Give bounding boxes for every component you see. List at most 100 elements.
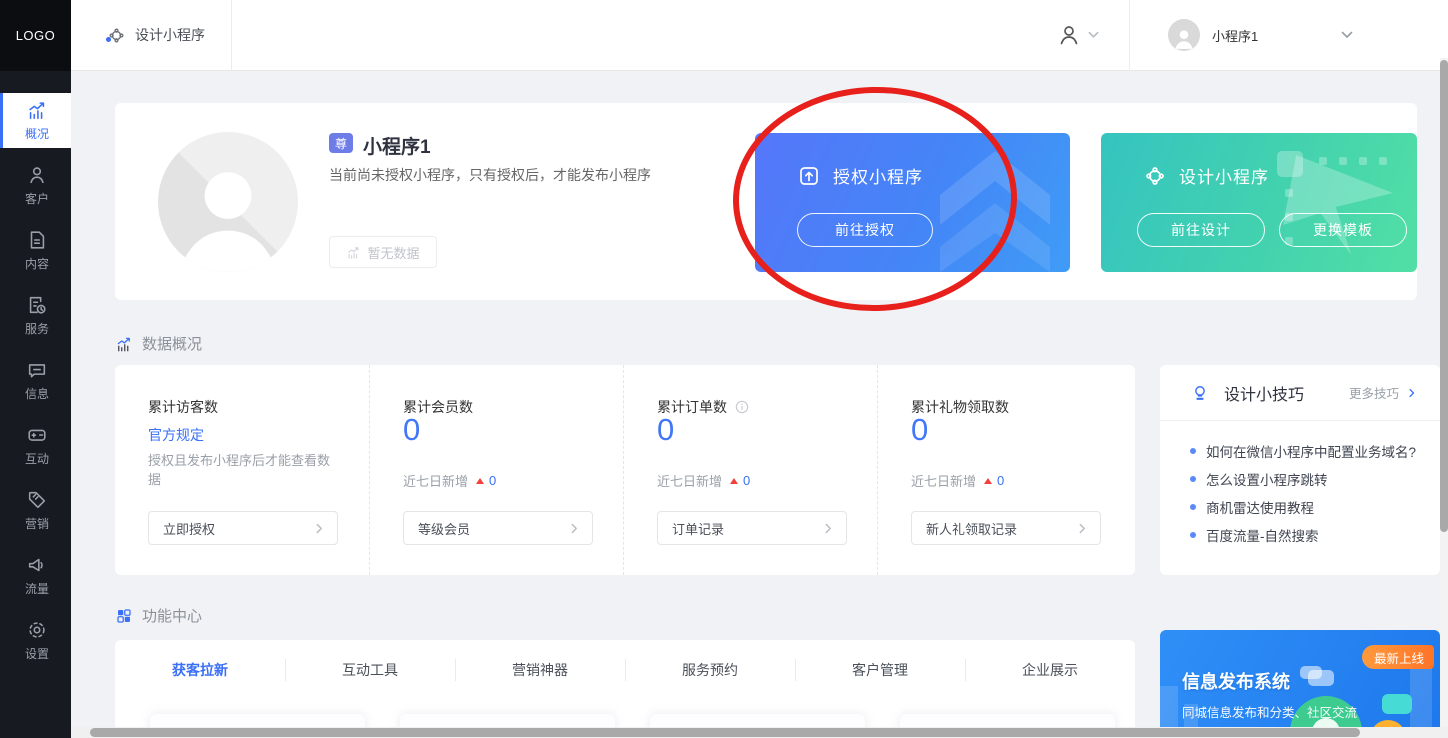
lightbulb-icon	[1190, 383, 1210, 403]
bullet-icon	[1190, 448, 1196, 454]
account-name: 小程序1	[1212, 26, 1258, 45]
horizontal-scrollbar-track[interactable]	[71, 727, 1448, 738]
info-publish-banner[interactable]: 最新上线 信息发布系统 同城信息发布和分类、社区交流	[1160, 630, 1440, 738]
feature-center-card: 获客拉新 互动工具 营销神器 服务预约 客户管理 企业展示	[115, 640, 1135, 738]
more-tips-link[interactable]: 更多技巧	[1349, 383, 1422, 403]
data-overview-title: 数据概况	[142, 333, 202, 354]
authorize-promo-title: 授权小程序	[833, 163, 923, 188]
delta-label: 近七日新增	[403, 471, 468, 490]
feature-tabs: 获客拉新 互动工具 营销神器 服务预约 客户管理 企业展示	[115, 656, 1135, 684]
delta-value: 0	[743, 473, 750, 488]
sidebar-menu: 概况 客户 内容 服务	[0, 71, 71, 678]
tab-marketing-tools[interactable]: 营销神器	[455, 656, 625, 684]
person-icon	[1057, 23, 1081, 47]
square-decoration	[1359, 157, 1367, 165]
sidebar-item-label: 流量	[25, 580, 49, 597]
sidebar-item-settings[interactable]: 设置	[0, 613, 71, 668]
banner-subtitle: 同城信息发布和分类、社区交流	[1182, 702, 1357, 721]
tab-interaction-tools[interactable]: 互动工具	[285, 656, 455, 684]
traffic-megaphone-icon	[26, 554, 48, 576]
no-data-label: 暂无数据	[367, 243, 419, 262]
chevron-down-icon	[1341, 31, 1353, 39]
sidebar-item-traffic[interactable]: 流量	[0, 548, 71, 603]
member-levels-button[interactable]: 等级会员	[403, 511, 593, 545]
settings-gear-icon	[26, 619, 48, 641]
authorize-promo-title-row: 授权小程序	[797, 163, 923, 188]
tip-link[interactable]: 商机雷达使用教程	[1190, 493, 1428, 521]
nav-design-miniprogram[interactable]: 设计小程序	[71, 0, 232, 70]
change-template-button[interactable]: 更换模板	[1279, 213, 1407, 247]
sidebar-item-services[interactable]: 服务	[0, 288, 71, 343]
button-label: 等级会员	[418, 519, 470, 538]
profile-avatar	[158, 132, 298, 272]
gift-records-button[interactable]: 新人礼领取记录	[911, 511, 1101, 545]
stat-description: 授权且发布小程序后才能查看数据	[148, 451, 333, 489]
official-rules-link[interactable]: 官方规定	[148, 425, 204, 445]
no-data-button[interactable]: 暂无数据	[329, 236, 437, 268]
horizontal-scrollbar-thumb[interactable]	[90, 728, 1360, 737]
design-gear-icon	[107, 26, 126, 45]
info-icon[interactable]	[734, 399, 750, 415]
sidebar-item-content[interactable]: 内容	[0, 223, 71, 278]
sidebar-item-label: 信息	[25, 385, 49, 402]
go-design-button[interactable]: 前往设计	[1137, 213, 1265, 247]
vertical-scrollbar-thumb[interactable]	[1440, 60, 1448, 532]
chevron-right-icon	[825, 523, 832, 534]
square-decoration	[1379, 157, 1387, 165]
square-decoration	[1319, 157, 1327, 165]
design-tips-panel: 设计小技巧 更多技巧 如何在微信小程序中配置业务域名? 怎么设置小程序跳转 商机…	[1160, 365, 1440, 575]
sidebar-item-interaction[interactable]: 互动	[0, 418, 71, 473]
sidebar-item-overview[interactable]: 概况	[0, 93, 71, 148]
increase-arrow-icon	[984, 478, 992, 484]
go-authorize-button[interactable]: 前往授权	[797, 213, 933, 247]
order-records-button[interactable]: 订单记录	[657, 511, 847, 545]
vertical-scrollbar-track[interactable]	[1440, 58, 1448, 727]
bullet-icon	[1190, 476, 1196, 482]
services-icon	[26, 294, 48, 316]
design-promo-card: 设计小程序 前往设计 更换模板	[1101, 133, 1417, 272]
customers-icon	[26, 164, 48, 186]
header-right: 小程序1	[1027, 0, 1448, 70]
stat-visitors: 累计访客数 官方规定 授权且发布小程序后才能查看数据 立即授权	[115, 365, 369, 575]
feature-center-title: 功能中心	[142, 605, 202, 626]
more-tips-label: 更多技巧	[1349, 383, 1399, 402]
bullet-icon	[1190, 532, 1196, 538]
sidebar-item-messages[interactable]: 信息	[0, 353, 71, 408]
sidebar-item-marketing[interactable]: 营销	[0, 483, 71, 538]
sidebar-item-label: 内容	[25, 255, 49, 272]
tip-link[interactable]: 如何在微信小程序中配置业务域名?	[1190, 437, 1428, 465]
authorize-now-button[interactable]: 立即授权	[148, 511, 338, 545]
stat-value: 0	[657, 412, 674, 448]
account-switcher[interactable]: 小程序1	[1130, 0, 1448, 70]
sidebar-item-label: 互动	[25, 450, 49, 467]
button-label: 立即授权	[163, 519, 215, 538]
interaction-gamepad-icon	[26, 424, 48, 446]
content-icon	[26, 229, 48, 251]
tab-acquisition[interactable]: 获客拉新	[115, 656, 285, 684]
sidebar-item-customers[interactable]: 客户	[0, 158, 71, 213]
tab-customer-management[interactable]: 客户管理	[795, 656, 965, 684]
sidebar: LOGO 概况 客户 内容	[0, 0, 71, 738]
overview-chart-icon	[26, 99, 48, 121]
delta-label: 近七日新增	[911, 471, 976, 490]
app-window: 设计小程序 小程序1	[0, 0, 1448, 738]
stat-label: 累计访客数	[148, 397, 218, 417]
tip-link[interactable]: 百度流量-自然搜索	[1190, 521, 1428, 549]
square-decoration	[1339, 157, 1347, 165]
tab-company-showcase[interactable]: 企业展示	[965, 656, 1135, 684]
design-promo-title-row: 设计小程序	[1143, 163, 1269, 188]
user-menu[interactable]	[1027, 0, 1129, 70]
tip-link[interactable]: 怎么设置小程序跳转	[1190, 465, 1428, 493]
button-label: 订单记录	[672, 519, 724, 538]
messages-icon	[26, 359, 48, 381]
sidebar-item-label: 服务	[25, 320, 49, 337]
tips-list: 如何在微信小程序中配置业务域名? 怎么设置小程序跳转 商机雷达使用教程 百度流量…	[1190, 437, 1428, 549]
miniprogram-description: 当前尚未授权小程序，只有授权后，才能发布小程序	[329, 165, 651, 185]
authorize-promo-card: 授权小程序 前往授权	[755, 133, 1070, 272]
delta-value: 0	[489, 473, 496, 488]
tip-text: 如何在微信小程序中配置业务域名?	[1206, 441, 1416, 461]
tab-service-booking[interactable]: 服务预约	[625, 656, 795, 684]
feature-center-section-header: 功能中心	[115, 605, 202, 626]
stat-gifts: 累计礼物领取数 0 近七日新增 0 新人礼领取记录	[877, 365, 1131, 575]
nav-design-label: 设计小程序	[135, 25, 205, 45]
